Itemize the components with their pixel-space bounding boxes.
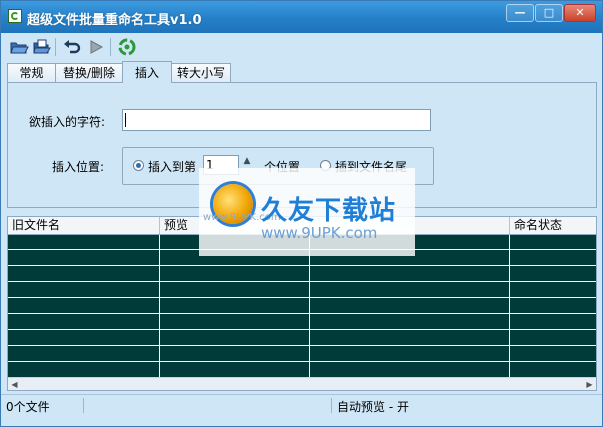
close-icon: ✕ (575, 6, 585, 19)
text-caret (125, 113, 126, 127)
recycle-icon[interactable] (117, 37, 137, 57)
insert-position-label: 插入位置: (52, 160, 105, 174)
open-folder-icon[interactable] (9, 37, 29, 57)
main-window: 超级文件批量重命名工具v1.0 — □ ✕ 常规 替换/删除 插入 转大小写 欲… (0, 0, 603, 427)
scroll-left-icon[interactable]: ◀ (8, 378, 21, 390)
column-divider (159, 234, 160, 390)
undo-icon[interactable] (62, 37, 82, 57)
column-header-status[interactable]: 命名状态 (510, 217, 596, 234)
status-separator (83, 398, 84, 413)
tab-insert[interactable]: 插入 (122, 61, 172, 83)
position-option-label[interactable]: 插入到第 (148, 158, 196, 175)
spin-up-icon[interactable]: ▲ (239, 154, 255, 168)
title-bar[interactable]: 超级文件批量重命名工具v1.0 — □ ✕ (1, 1, 602, 33)
close-button[interactable]: ✕ (564, 4, 596, 22)
tab-general[interactable]: 常规 (7, 63, 56, 82)
tab-case-convert[interactable]: 转大小写 (171, 63, 231, 82)
app-icon (8, 9, 22, 23)
toolbar-separator (110, 38, 111, 56)
file-count-status: 0个文件 (6, 400, 50, 414)
tab-replace-delete[interactable]: 替换/删除 (55, 63, 123, 82)
open-files-icon[interactable] (31, 37, 51, 57)
insert-text-label: 欲插入的字符: (29, 115, 106, 129)
window-title: 超级文件批量重命名工具v1.0 (27, 13, 202, 28)
insert-text-input[interactable] (122, 109, 431, 131)
auto-preview-status: 自动预览 - 开 (337, 400, 409, 414)
scroll-right-icon[interactable]: ▶ (583, 378, 596, 390)
watermark-title: 久友下载站 (261, 196, 397, 226)
column-header-old-name[interactable]: 旧文件名 (8, 217, 160, 234)
watermark: www.9UPK.com 久友下载站 www.9UPK.com (199, 168, 415, 256)
maximize-icon: □ (543, 6, 555, 19)
minimize-button[interactable]: — (506, 4, 534, 22)
column-divider (309, 234, 310, 390)
horizontal-scrollbar[interactable]: ◀ ▶ (8, 377, 596, 390)
status-separator (331, 398, 332, 413)
status-bar: 0个文件 自动预览 - 开 (1, 394, 602, 416)
position-radio[interactable] (133, 160, 144, 171)
maximize-button[interactable]: □ (535, 4, 563, 22)
minimize-icon: — (514, 6, 526, 19)
run-icon[interactable] (86, 37, 106, 57)
toolbar-separator (55, 38, 56, 56)
column-divider (509, 234, 510, 390)
watermark-url: www.9UPK.com (261, 224, 378, 242)
